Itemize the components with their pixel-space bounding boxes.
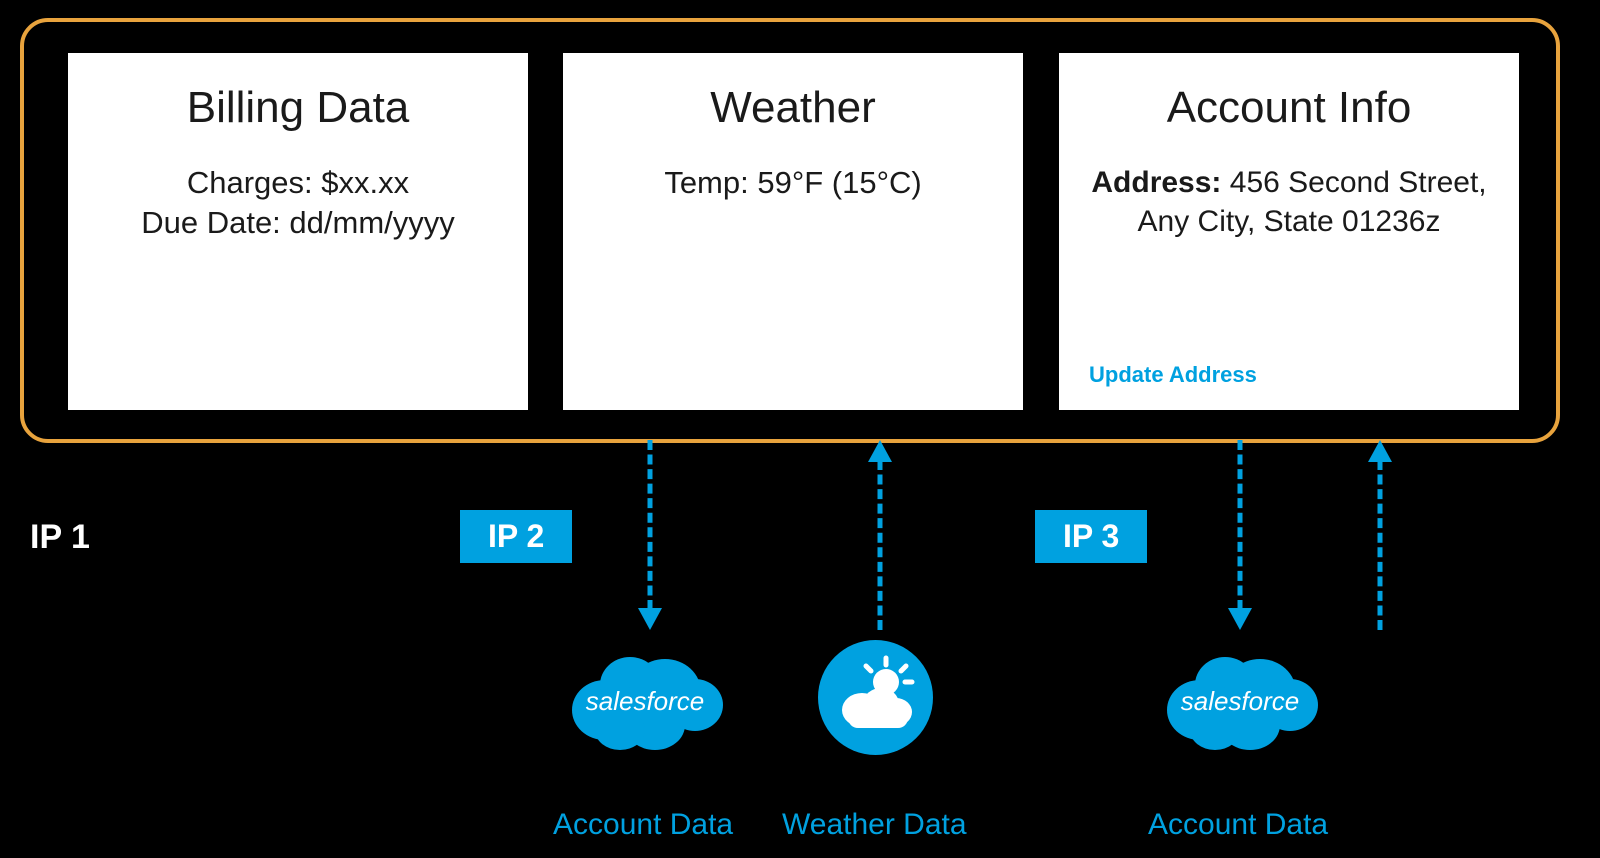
svg-text:salesforce: salesforce: [1181, 686, 1300, 716]
salesforce-cloud-icon-1: salesforce: [560, 640, 730, 755]
update-address-link[interactable]: Update Address: [1089, 362, 1257, 388]
arrow-weather-down: [640, 440, 660, 630]
arrow-account-down: [1230, 440, 1250, 630]
arrow-account-up: [1370, 440, 1390, 630]
billing-charges: Charges: $xx.xx: [94, 163, 502, 203]
ip3-chip: IP 3: [1035, 510, 1147, 563]
ip1-label: IP 1: [30, 518, 90, 557]
card-billing-data: Billing Data Charges: $xx.xx Due Date: d…: [63, 48, 533, 415]
card-billing-title: Billing Data: [94, 83, 502, 133]
svg-text:salesforce: salesforce: [586, 686, 705, 716]
card-weather-title: Weather: [589, 83, 997, 133]
arrow-weather-up: [870, 440, 890, 630]
card-account-info: Account Info Address: 456 Second Street,…: [1054, 48, 1524, 415]
card-account-body: Address: 456 Second Street, Any City, St…: [1085, 163, 1493, 241]
card-weather: Weather Temp: 59°F (15°C): [558, 48, 1028, 415]
account-address-label: Address:: [1091, 166, 1221, 199]
ip2-chip: IP 2: [460, 510, 572, 563]
source-account-data-2: Account Data: [1148, 808, 1328, 842]
card-weather-body: Temp: 59°F (15°C): [589, 163, 997, 203]
card-account-title: Account Info: [1085, 83, 1493, 133]
billing-due-date: Due Date: dd/mm/yyyy: [94, 203, 502, 243]
card-billing-body: Charges: $xx.xx Due Date: dd/mm/yyyy: [94, 163, 502, 244]
salesforce-cloud-icon-2: salesforce: [1155, 640, 1325, 755]
weather-temp: Temp: 59°F (15°C): [589, 163, 997, 203]
source-weather-data: Weather Data: [782, 808, 967, 842]
weather-icon: [818, 640, 933, 755]
source-account-data-1: Account Data: [553, 808, 733, 842]
